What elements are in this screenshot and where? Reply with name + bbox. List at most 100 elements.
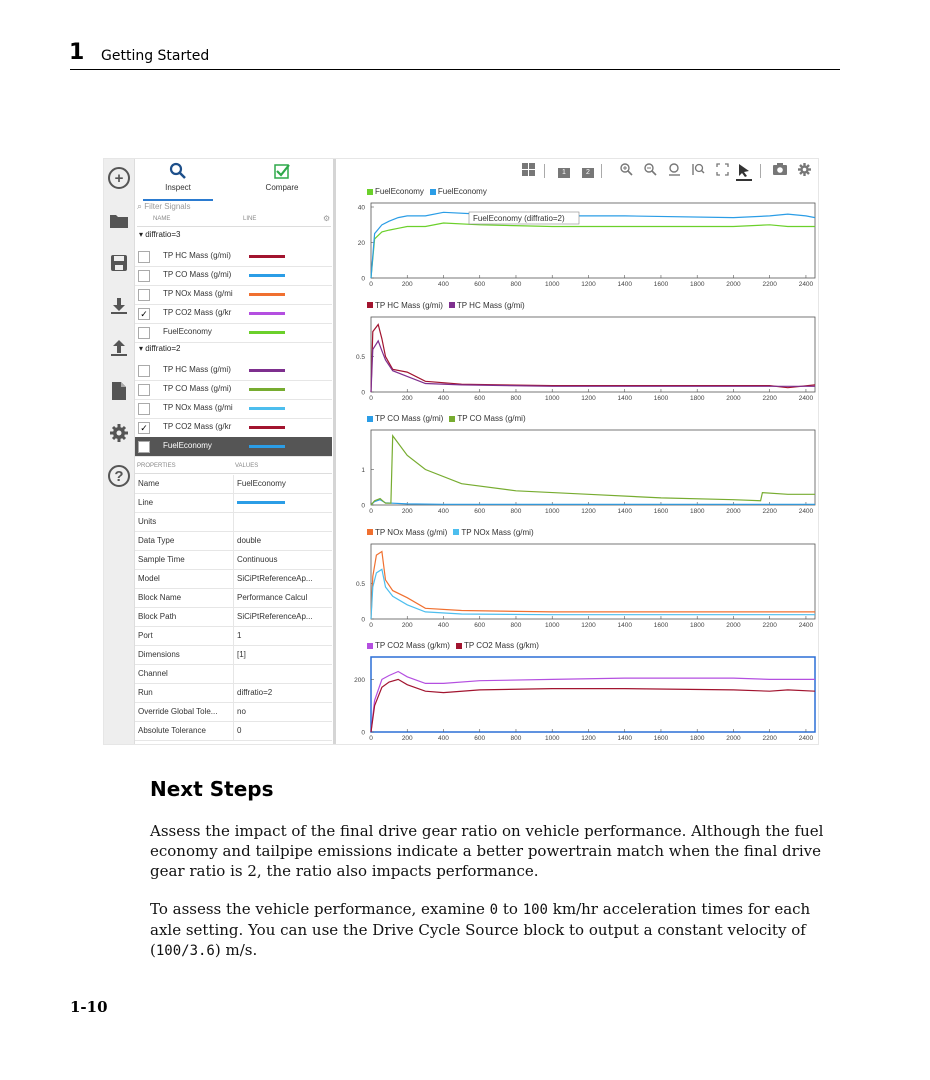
line-swatch[interactable] [249,407,285,410]
x-tick-label: 1800 [690,281,705,288]
x-tick-label: 1800 [690,622,705,629]
property-key: Override Global Tole... [138,707,218,716]
table-settings-icon[interactable]: ⚙ [323,214,330,223]
zoom-y-icon[interactable] [690,163,706,179]
subplot-2-label: 2 [582,168,594,178]
signal-checkbox[interactable] [138,327,150,339]
fit-to-view-icon[interactable] [714,163,730,179]
plot-0[interactable]: 0 200 400 600 800 1000 1200 1400 1600 1800 2000 220… [337,183,818,295]
plot-3[interactable]: 0 200 400 600 800 1000 1200 1400 1600 1800 2000 220… [337,524,818,636]
x-tick-label: 600 [474,508,485,515]
line-swatch[interactable] [249,293,285,296]
tab-inspect[interactable]: Inspect [143,159,213,201]
property-key: Units [138,517,157,526]
signal-name: FuelEconomy [163,327,212,336]
line-swatch[interactable] [249,388,285,391]
preferences-icon[interactable] [107,421,131,445]
zoom-out-icon[interactable] [642,163,658,179]
plot-2[interactable]: 0 200 400 600 800 1000 1200 1400 1600 1800 2000 220… [337,410,818,522]
p2-text-a: To assess the vehicle performance, exami… [150,900,490,918]
signal-checkbox[interactable] [138,384,150,396]
x-tick-label: 2400 [799,508,814,515]
signal-checkbox[interactable]: ✓ [138,422,150,434]
zoom-x-icon[interactable] [666,163,682,179]
signal-checkbox[interactable] [138,289,150,301]
line-swatch[interactable] [249,369,285,372]
y-tick-label: 0 [361,389,365,396]
chevron-down-icon[interactable]: ▾ [139,230,143,239]
signal-row[interactable]: ✓ TP CO2 Mass (g/kr [135,418,332,438]
property-value: FuelEconomy [233,475,332,493]
property-value: 1 [233,627,332,645]
x-tick-label: 400 [438,735,449,742]
y-tick-label: 20 [358,240,366,247]
x-tick-label: 400 [438,508,449,515]
property-key: Run [138,688,153,697]
cursor-icon[interactable] [736,163,752,181]
property-line-swatch[interactable] [233,494,332,512]
property-row: Dimensions [1] [135,646,332,665]
help-icon[interactable]: ? [107,464,131,488]
signal-row[interactable]: FuelEconomy [135,323,332,343]
property-row: Block Name Performance Calcul [135,589,332,608]
signal-checkbox[interactable] [138,251,150,263]
filter-signals-input[interactable]: ⌕ Filter Signals [137,201,329,213]
signal-row[interactable]: ✓ TP CO2 Mass (g/kr [135,304,332,324]
signal-checkbox[interactable] [138,270,150,282]
run-group-1[interactable]: ▾ diffratio=2 [139,344,180,353]
signal-checkbox[interactable] [138,403,150,415]
x-tick-label: 1400 [617,622,632,629]
x-tick-label: 2400 [799,395,814,402]
p2-code-0: 0 [489,902,499,918]
x-tick-label: 1600 [654,281,669,288]
zoom-in-icon[interactable] [618,163,634,179]
line-swatch[interactable] [249,312,285,315]
line-swatch[interactable] [249,445,285,448]
property-value: Performance Calcul [233,589,332,607]
signal-row[interactable]: TP NOx Mass (g/mi [135,285,332,305]
paragraph-2: To assess the vehicle performance, exami… [150,899,840,961]
x-tick-label: 200 [402,508,413,515]
line-swatch[interactable] [249,255,285,258]
new-session-icon[interactable]: + [107,166,131,190]
subplot-1-icon[interactable]: 1 [556,163,572,179]
save-icon[interactable] [107,251,131,275]
property-value: diffratio=2 [233,684,332,702]
property-key: Data Type [138,536,175,545]
signal-row[interactable]: TP CO Mass (g/mi) [135,380,332,400]
x-tick-label: 1600 [654,508,669,515]
signal-checkbox[interactable] [138,365,150,377]
open-folder-icon[interactable] [107,209,131,233]
signal-checkbox[interactable] [138,441,150,453]
property-key: Dimensions [138,650,180,659]
property-row: Channel [135,665,332,684]
signal-row[interactable]: TP NOx Mass (g/mi [135,399,332,419]
layout-icon[interactable] [520,163,536,179]
settings-icon[interactable] [796,163,812,179]
line-swatch[interactable] [249,274,285,277]
signal-row[interactable]: TP HC Mass (g/mi) [135,361,332,381]
page-number: 1-10 [70,998,108,1016]
subplot-2-icon[interactable]: 2 [580,163,596,179]
compare-check-icon [247,159,317,183]
signal-row[interactable]: FuelEconomy [135,437,332,457]
import-icon[interactable] [107,294,131,318]
tab-compare[interactable]: Compare [247,159,317,199]
report-icon[interactable] [107,379,131,403]
signal-row[interactable]: TP CO Mass (g/mi) [135,266,332,286]
signal-table-header: NAME LINE ⚙ [137,214,331,227]
snapshot-icon[interactable] [772,163,788,179]
chevron-down-icon[interactable]: ▾ [139,344,143,353]
x-tick-label: 600 [474,735,485,742]
chapter-title: Getting Started [101,48,210,64]
line-swatch[interactable] [249,331,285,334]
line-swatch[interactable] [249,426,285,429]
run-group-0[interactable]: ▾ diffratio=3 [139,230,180,239]
x-tick-label: 800 [511,735,522,742]
export-icon[interactable] [107,336,131,360]
plot-4[interactable]: 0 200 400 600 800 1000 1200 1400 1600 1800 2000 220… [337,637,818,745]
signal-row[interactable]: TP HC Mass (g/mi) [135,247,332,267]
property-row: Port 1 [135,627,332,646]
plot-1[interactable]: 0 200 400 600 800 1000 1200 1400 1600 1800 2000 220… [337,297,818,409]
signal-checkbox[interactable]: ✓ [138,308,150,320]
